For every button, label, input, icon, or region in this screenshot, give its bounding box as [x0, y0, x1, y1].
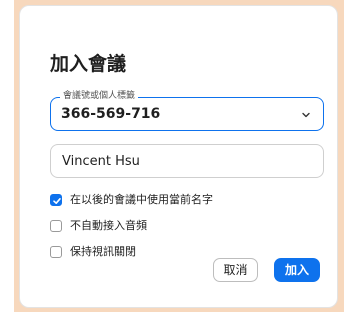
checkmark-icon: [53, 198, 61, 204]
dialog-title: 加入會議: [50, 53, 127, 75]
display-name-value[interactable]: Vincent Hsu: [62, 153, 140, 170]
remember-name-checkbox[interactable]: [50, 194, 62, 206]
join-button[interactable]: 加入: [274, 258, 320, 282]
cancel-button[interactable]: 取消: [213, 258, 258, 282]
meeting-id-combobox[interactable]: 會議號或個人標籤 366-569-716: [50, 91, 324, 131]
join-meeting-dialog: 加入會議 會議號或個人標籤 366-569-716 Vincent Hsu 在以…: [19, 5, 338, 308]
meeting-id-value[interactable]: 366-569-716: [61, 105, 160, 123]
meeting-id-label: 會議號或個人標籤: [60, 91, 139, 102]
display-name-input[interactable]: Vincent Hsu: [50, 144, 324, 178]
remember-name-label: 在以後的會議中使用當前名字: [70, 193, 213, 206]
no-audio-checkbox[interactable]: [50, 220, 62, 232]
video-off-label: 保持視訊關閉: [70, 245, 136, 258]
no-audio-label: 不自動接入音頻: [70, 219, 147, 232]
chevron-down-icon[interactable]: [301, 110, 311, 120]
video-off-checkbox[interactable]: [50, 246, 62, 258]
